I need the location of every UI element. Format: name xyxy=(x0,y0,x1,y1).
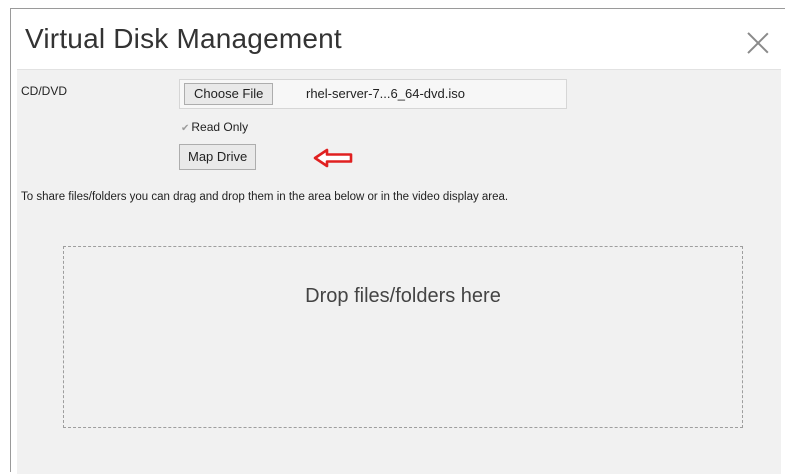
red-arrow-left-icon xyxy=(313,148,353,168)
read-only-label: Read Only xyxy=(191,120,249,134)
file-picker: Choose File rhel-server-7...6_64-dvd.iso xyxy=(179,79,567,109)
share-info-text: To share files/folders you can drag and … xyxy=(21,191,509,203)
virtual-disk-dialog: Virtual Disk Management CD/DVD Choose Fi… xyxy=(10,8,785,474)
close-icon[interactable] xyxy=(745,31,771,57)
read-only-checkbox[interactable]: ✔ Read Only xyxy=(181,120,248,134)
cd-dvd-label: CD/DVD xyxy=(21,84,68,98)
dialog-body: CD/DVD Choose File rhel-server-7...6_64-… xyxy=(17,69,781,474)
drop-zone[interactable]: Drop files/folders here xyxy=(63,246,743,428)
choose-file-button[interactable]: Choose File xyxy=(184,83,274,105)
selected-file-name: rhel-server-7...6_64-dvd.iso xyxy=(306,86,465,101)
drop-zone-label: Drop files/folders here xyxy=(305,285,501,307)
map-drive-button[interactable]: Map Drive xyxy=(179,144,257,170)
checkmark-icon: ✔ xyxy=(181,123,190,134)
dialog-title: Virtual Disk Management xyxy=(25,23,342,54)
